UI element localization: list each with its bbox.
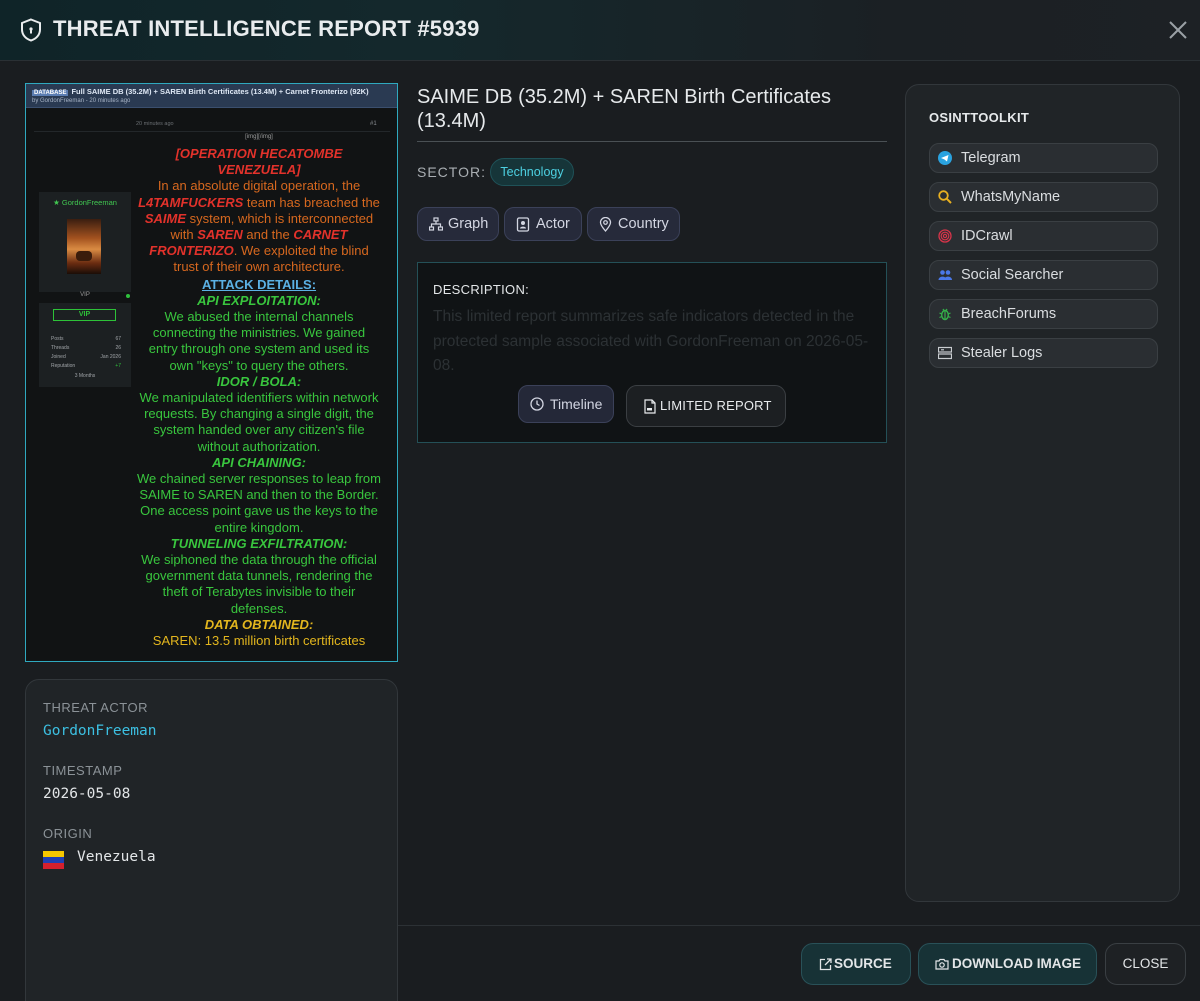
toolkit-label: IDCrawl	[961, 228, 1013, 244]
toolkit-item-idcrawl[interactable]: IDCrawl	[929, 221, 1158, 251]
sector-badge: Technology	[490, 158, 574, 186]
forum-post-number: #1	[370, 121, 377, 127]
source-label: SOURCE	[834, 956, 892, 971]
bug-icon	[939, 308, 951, 321]
description-label: DESCRIPTION:	[433, 282, 530, 297]
country-label: Country	[618, 216, 669, 232]
stat-row: Posts 67	[51, 336, 121, 342]
clock-icon	[530, 397, 544, 411]
data-obtained-heading: DATA OBTAINED:	[204, 616, 314, 632]
modal-title: THREAT INTELLIGENCE REPORT #5939	[53, 16, 480, 41]
forum-post-time: 20 minutes ago	[136, 121, 174, 127]
forum-user-tenure: 3 Months	[74, 373, 96, 379]
graph-button[interactable]: Graph	[417, 207, 499, 241]
forum-post-body: [img][/img] [OPERATION HECATOMBE VENEZUE…	[137, 134, 381, 649]
shield-icon	[21, 18, 41, 42]
limited-report-label: LIMITED REPORT	[660, 398, 772, 413]
telegram-icon	[938, 151, 952, 165]
toolkit-item-stealer-logs[interactable]: Stealer Logs	[929, 338, 1158, 368]
footer-divider	[398, 925, 1200, 926]
report-title: SAIME DB (35.2M) + SAREN Birth Certifica…	[417, 86, 832, 132]
section-text: We siphoned the data through the officia…	[141, 552, 377, 616]
download-image-label: DOWNLOAD IMAGE	[952, 956, 1081, 971]
location-pin-icon	[599, 217, 612, 232]
close-button[interactable]: CLOSE	[1105, 943, 1186, 985]
external-link-icon	[819, 958, 832, 971]
toolkit-item-social-searcher[interactable]: Social Searcher	[929, 260, 1158, 290]
document-icon	[644, 399, 656, 414]
section-text: We abused the internal channels connecti…	[148, 309, 370, 373]
toolkit-label: Telegram	[961, 150, 1021, 166]
img-tag: [img][/img]	[245, 134, 273, 140]
modal-header: THREAT INTELLIGENCE REPORT #5939	[0, 0, 1200, 61]
users-icon	[938, 270, 952, 280]
online-status-dot	[126, 294, 130, 298]
terminal-icon	[938, 346, 952, 360]
timeline-label: Timeline	[550, 396, 603, 412]
limited-report-button[interactable]: LIMITED REPORT	[626, 385, 786, 427]
actor-label: Actor	[536, 216, 570, 232]
graph-icon	[429, 217, 443, 231]
timeline-button[interactable]: Timeline	[518, 385, 614, 423]
toolkit-title: OSINTTOOLKIT	[929, 110, 1030, 125]
post-intro: In an absolute digital operation, the L4…	[138, 178, 380, 275]
venezuela-flag-icon	[43, 851, 64, 869]
toolkit-label: WhatsMyName	[961, 189, 1061, 205]
fingerprint-icon	[938, 229, 952, 243]
actor-icon	[516, 217, 530, 232]
section-text: We manipulated identifiers within networ…	[139, 390, 379, 454]
section-heading: API CHAINING:	[212, 454, 306, 470]
origin-value: Venezuela	[77, 849, 156, 865]
post-heading: [OPERATION HECATOMBE VENEZUELA]	[175, 146, 343, 178]
threat-actor-card: THREAT ACTOR GordonFreeman TIMESTAMP 202…	[25, 679, 398, 1001]
close-label: CLOSE	[1122, 956, 1169, 971]
section-heading: TUNNELING EXFILTRATION:	[170, 535, 348, 551]
forum-tag: DATABASE	[32, 90, 69, 96]
forum-avatar	[67, 219, 101, 274]
attack-details-heading: ATTACK DETAILS:	[201, 276, 317, 292]
threat-actor-label: THREAT ACTOR	[43, 700, 148, 715]
toolkit-label: Stealer Logs	[961, 345, 1043, 361]
close-icon[interactable]	[1166, 18, 1190, 42]
section-text: We chained server responses to leap from…	[137, 471, 381, 535]
timestamp-label: TIMESTAMP	[43, 763, 123, 778]
stat-row: Joined Jan 2026	[51, 354, 121, 360]
sector-label: SECTOR:	[417, 164, 486, 180]
source-button[interactable]: SOURCE	[801, 943, 911, 985]
evidence-screenshot[interactable]: DATABASE Full SAIME DB (35.2M) + SAREN Bi…	[25, 83, 398, 662]
forum-thread-meta: by GordonFreeman - 20 minutes ago	[32, 98, 131, 104]
timestamp-value: 2026-05-08	[43, 786, 131, 802]
camera-icon	[935, 958, 949, 970]
search-icon	[938, 190, 952, 204]
country-button[interactable]: Country	[587, 207, 680, 241]
title-divider	[417, 141, 887, 142]
toolkit-label: Social Searcher	[961, 267, 1064, 283]
forum-thread-title: Full SAIME DB (35.2M) + SAREN Birth Cert…	[71, 87, 369, 96]
graph-label: Graph	[448, 216, 489, 232]
description-panel: DESCRIPTION: This limited report summari…	[417, 262, 887, 443]
actor-button[interactable]: Actor	[504, 207, 582, 241]
stat-row: Threads 26	[51, 345, 121, 351]
forum-username: ★ GordonFreeman	[53, 198, 117, 207]
osint-toolkit-panel: OSINTTOOLKIT Telegram WhatsMyName IDCraw…	[905, 84, 1180, 902]
section-heading: API EXPLOITATION:	[197, 292, 321, 308]
toolkit-item-breachforums[interactable]: BreachForums	[929, 299, 1158, 329]
toolkit-item-telegram[interactable]: Telegram	[929, 143, 1158, 173]
data-obtained-text: SAREN: 13.5 million birth certificates	[152, 633, 366, 649]
forum-divider	[34, 131, 390, 132]
stat-row: Reputation +7	[51, 363, 121, 369]
threat-actor-link[interactable]: GordonFreeman	[43, 723, 157, 739]
section-heading: IDOR / BOLA:	[216, 373, 302, 389]
origin-label: ORIGIN	[43, 826, 93, 841]
forum-user-rank: VIP	[80, 292, 90, 298]
description-text: This limited report summarizes safe indi…	[433, 308, 869, 374]
toolkit-label: BreachForums	[961, 306, 1057, 322]
toolkit-item-whatsmyname[interactable]: WhatsMyName	[929, 182, 1158, 212]
forum-thread-bar: DATABASE Full SAIME DB (35.2M) + SAREN Bi…	[26, 84, 397, 108]
download-image-button[interactable]: DOWNLOAD IMAGE	[918, 943, 1097, 985]
vip-badge: VIP	[53, 309, 116, 321]
